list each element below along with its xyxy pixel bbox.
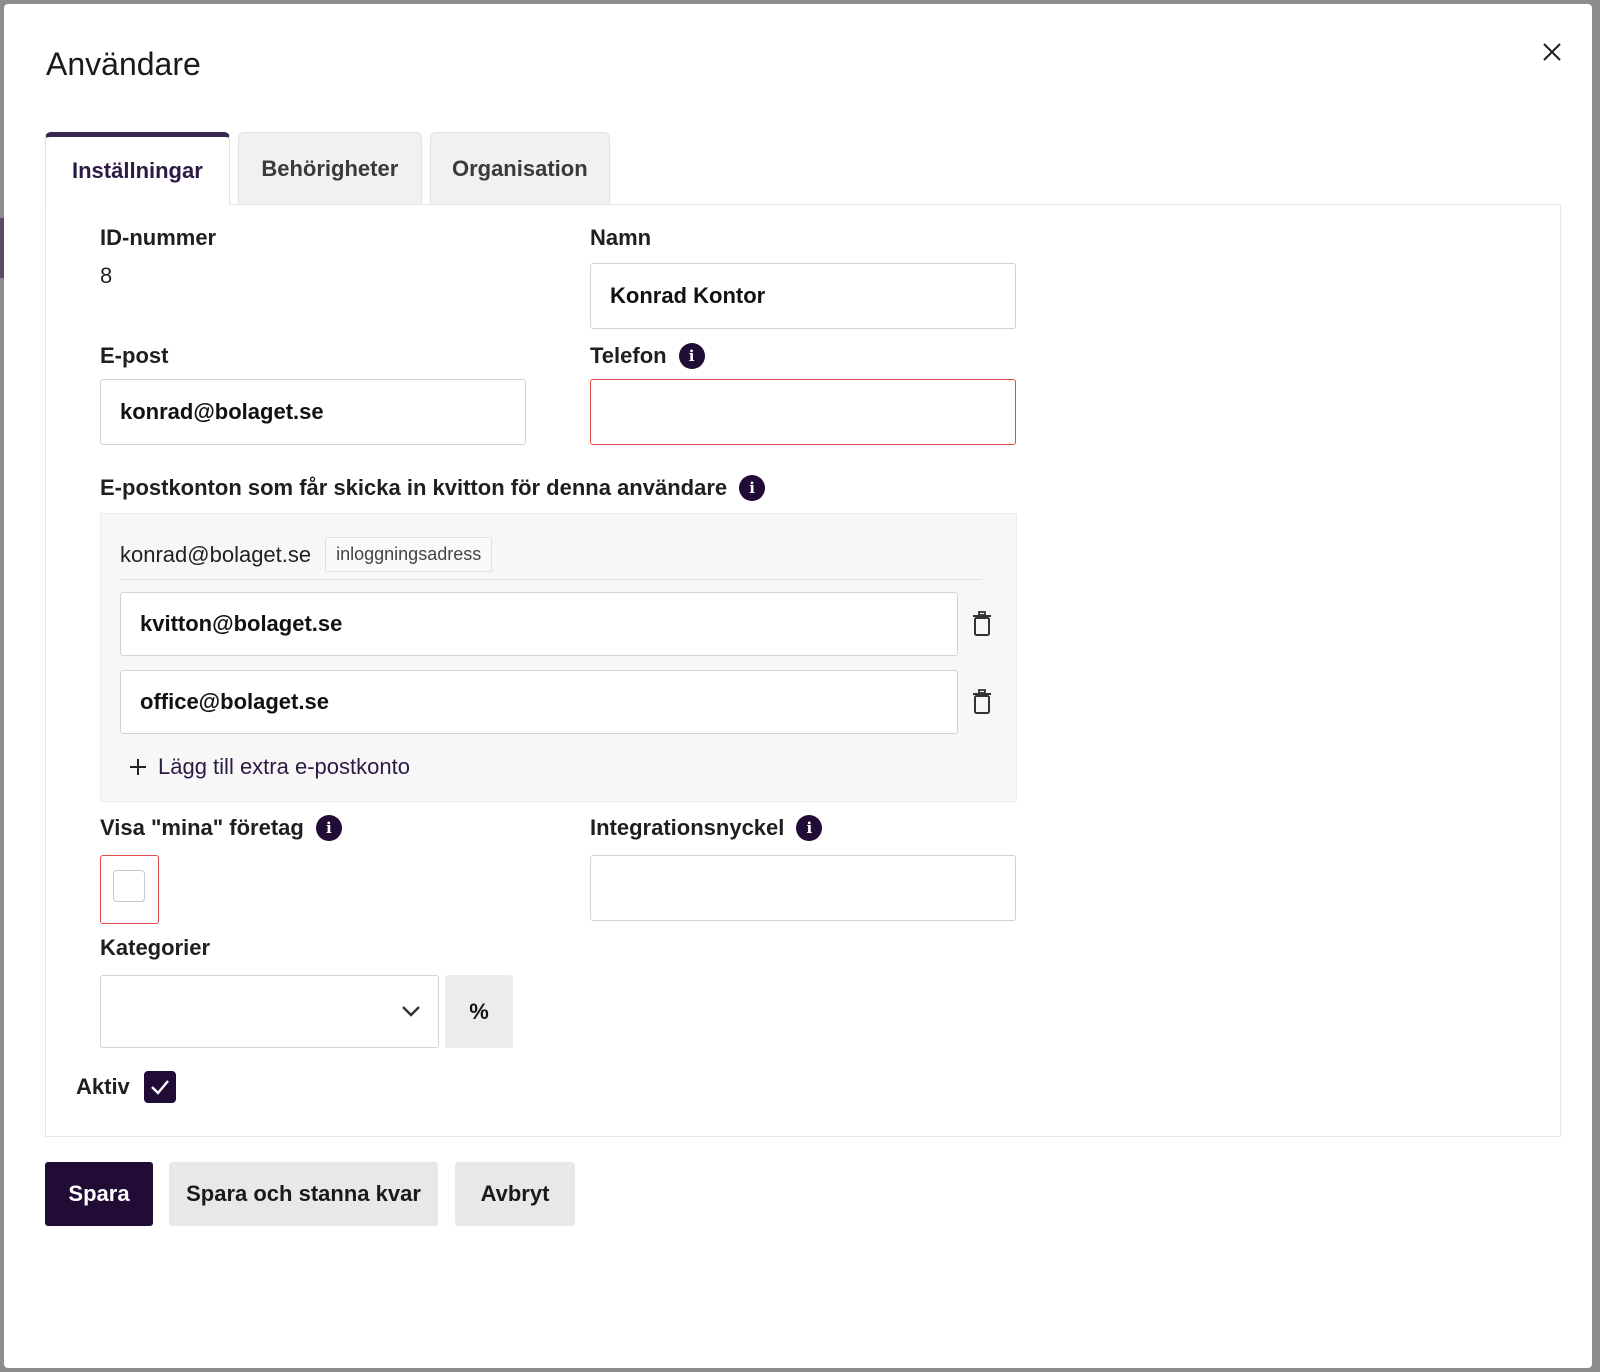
integration-key-label: Integrationsnyckel i <box>590 815 823 841</box>
id-label-text: ID-nummer <box>100 225 217 250</box>
delete-button[interactable] <box>967 604 997 644</box>
plus-icon <box>130 759 146 775</box>
active-row: Aktiv <box>76 1071 176 1103</box>
name-field[interactable]: Konrad Kontor <box>590 263 1016 329</box>
login-address-tag: inloggningsadress <box>325 537 493 572</box>
info-icon[interactable]: i <box>678 343 705 369</box>
info-icon[interactable]: i <box>796 815 823 841</box>
dialog-title: Användare <box>46 46 201 82</box>
tab-installningar[interactable]: Inställningar <box>45 132 230 205</box>
percent-button[interactable]: % <box>445 975 513 1048</box>
email-label-text: E-post <box>100 343 169 368</box>
receipt-accounts-label-text: E-postkonton som får skicka in kvitton f… <box>100 475 728 500</box>
phone-label-text: Telefon <box>590 343 667 368</box>
show-mine-label: Visa "mina" företag i <box>100 815 342 841</box>
tab-bar: Inställningar Behörigheter Organisation <box>45 132 610 205</box>
close-button[interactable] <box>1532 32 1572 72</box>
checkmark-icon <box>150 1080 169 1095</box>
email-label: E-post <box>100 343 168 369</box>
tab-behorigheter[interactable]: Behörigheter <box>237 132 422 205</box>
active-checkbox[interactable] <box>143 1071 176 1103</box>
categories-label-text: Kategorier <box>100 935 211 960</box>
extra-email-field[interactable]: office@bolaget.se <box>120 670 958 734</box>
save-and-stay-button[interactable]: Spara och stanna kvar <box>169 1162 438 1226</box>
show-mine-checkbox[interactable] <box>113 870 145 902</box>
chevron-down-icon <box>402 1006 420 1017</box>
extra-email-field[interactable]: kvitton@bolaget.se <box>120 592 958 656</box>
name-label-text: Namn <box>590 225 652 250</box>
active-label: Aktiv <box>76 1074 130 1099</box>
categories-label: Kategorier <box>100 935 210 961</box>
delete-button[interactable] <box>967 682 997 722</box>
id-value: 8 <box>100 263 113 288</box>
settings-panel: ID-nummer 8 Namn Konrad Kontor E-post ko… <box>45 204 1561 1137</box>
show-mine-checkbox-wrapper <box>100 855 159 924</box>
id-label: ID-nummer <box>100 225 216 251</box>
email-field[interactable]: konrad@bolaget.se <box>100 379 526 445</box>
categories-select[interactable] <box>100 975 439 1048</box>
integration-key-field[interactable] <box>590 855 1016 921</box>
receipt-accounts-box: konrad@bolaget.se inloggningsadress kvit… <box>100 513 1017 802</box>
info-icon[interactable]: i <box>739 475 766 501</box>
name-label: Namn <box>590 225 651 251</box>
phone-label: Telefon i <box>590 343 705 369</box>
info-icon[interactable]: i <box>315 815 342 841</box>
trash-icon <box>973 611 991 636</box>
show-mine-label-text: Visa "mina" företag <box>100 815 304 840</box>
cancel-button[interactable]: Avbryt <box>455 1162 575 1226</box>
add-email-account-label: Lägg till extra e-postkonto <box>158 754 410 779</box>
login-email-row: konrad@bolaget.se inloggningsadress <box>120 530 982 580</box>
phone-field[interactable] <box>590 379 1016 445</box>
trash-icon <box>973 689 991 714</box>
receipt-accounts-label: E-postkonton som får skicka in kvitton f… <box>100 475 766 501</box>
tab-organisation[interactable]: Organisation <box>429 132 610 205</box>
login-email: konrad@bolaget.se <box>120 541 312 567</box>
close-icon <box>1543 43 1561 61</box>
user-dialog: Användare Inställningar Behörigheter Org… <box>4 4 1592 1368</box>
save-button[interactable]: Spara <box>45 1162 153 1226</box>
add-email-account-link[interactable]: Lägg till extra e-postkonto <box>128 754 410 780</box>
integration-key-label-text: Integrationsnyckel <box>590 815 785 840</box>
